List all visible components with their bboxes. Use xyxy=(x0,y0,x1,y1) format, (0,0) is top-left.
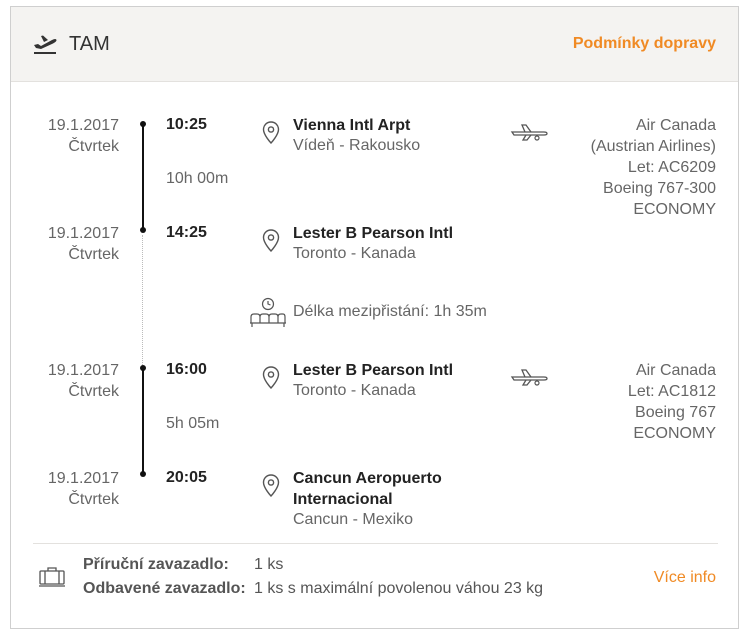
map-pin-icon xyxy=(262,229,280,253)
airport-name-line-1: Cancun Aeropuerto xyxy=(293,470,442,487)
arrival-airport: Cancun Aeropuerto Internacional xyxy=(293,468,442,510)
arrival-city: Toronto - Kanada xyxy=(293,245,416,262)
carrier-header: TAM Podmínky dopravy xyxy=(11,7,738,82)
departure-date: 19.1.2017 Čtvrtek xyxy=(11,360,119,402)
layover-dotted-line xyxy=(142,235,143,365)
flight-detail-card: TAM Podmínky dopravy 19.1.2017 Čtvrtek 1… xyxy=(10,6,739,629)
cabin-class: ECONOMY xyxy=(633,425,716,442)
timeline-dot xyxy=(140,121,146,127)
map-pin-icon xyxy=(262,121,280,145)
arrival-date: 19.1.2017 Čtvrtek xyxy=(11,468,119,510)
weekday-text: Čtvrtek xyxy=(68,138,119,155)
timeline-dot xyxy=(140,471,146,477)
flight-number: Let: AC6209 xyxy=(627,159,716,176)
departure-city: Vídeň - Rakousko xyxy=(293,137,421,154)
arrival-date: 19.1.2017 Čtvrtek xyxy=(11,223,119,265)
airline-name: Air Canada xyxy=(635,362,716,379)
timeline-dot xyxy=(140,227,146,233)
flight-info-segment-2: Air Canada Let: AC1812 Boeing 767 ECONOM… xyxy=(628,360,716,444)
arrival-time: 20:05 xyxy=(166,469,207,486)
departure-city: Toronto - Kanada xyxy=(293,382,416,399)
waiting-seats-clock-icon xyxy=(250,297,286,327)
more-info-link[interactable]: Více info xyxy=(654,569,716,587)
airport-name-line-2: Internacional xyxy=(293,491,393,508)
weekday-text: Čtvrtek xyxy=(68,383,119,400)
map-pin-icon xyxy=(262,366,280,390)
departure-time: 10:25 xyxy=(166,116,207,133)
airplane-icon xyxy=(510,124,548,141)
departure-airport: Lester B Pearson Intl xyxy=(293,362,454,379)
arrival-city: Cancun - Mexiko xyxy=(293,511,414,528)
cabin-class: ECONOMY xyxy=(633,201,716,218)
operating-airline: (Austrian Airlines) xyxy=(590,138,716,155)
flight-info-segment-1: Air Canada (Austrian Airlines) Let: AC62… xyxy=(591,115,716,220)
segment-1-timeline xyxy=(142,125,144,231)
segment-2-timeline xyxy=(142,369,144,475)
aircraft-type: Boeing 767-300 xyxy=(603,180,716,197)
carrier-name: TAM xyxy=(69,33,110,55)
timeline-dot xyxy=(140,365,146,371)
plane-departure-icon xyxy=(34,35,57,54)
flight-number: Let: AC1812 xyxy=(627,383,716,400)
layover-duration: Délka mezipřistání: 1h 35m xyxy=(293,303,487,320)
date-text: 19.1.2017 xyxy=(47,470,119,487)
aircraft-type: Boeing 767 xyxy=(635,404,716,421)
checked-baggage-value: 1 ks s maximální povolenou váhou 23 kg xyxy=(254,580,544,597)
airline-name: Air Canada xyxy=(635,117,716,134)
checked-baggage-label: Odbavené zavazadlo: xyxy=(83,580,246,597)
arrival-time: 14:25 xyxy=(166,224,207,241)
weekday-text: Čtvrtek xyxy=(68,491,119,508)
flight-duration: 10h 00m xyxy=(166,170,229,187)
departure-date: 19.1.2017 Čtvrtek xyxy=(11,115,119,157)
date-text: 19.1.2017 xyxy=(47,362,119,379)
suitcase-icon xyxy=(39,567,65,587)
flight-duration: 5h 05m xyxy=(166,415,220,432)
arrival-airport: Lester B Pearson Intl xyxy=(293,225,454,242)
airplane-icon xyxy=(510,369,548,386)
footer-divider xyxy=(33,543,718,544)
transport-terms-link[interactable]: Podmínky dopravy xyxy=(573,35,716,53)
date-text: 19.1.2017 xyxy=(47,225,119,242)
departure-airport: Vienna Intl Arpt xyxy=(293,117,411,134)
map-pin-icon xyxy=(262,474,280,498)
carry-on-label: Příruční zavazadlo: xyxy=(83,556,229,573)
carry-on-value: 1 ks xyxy=(254,556,284,573)
weekday-text: Čtvrtek xyxy=(68,246,119,263)
date-text: 19.1.2017 xyxy=(47,117,119,134)
departure-time: 16:00 xyxy=(166,361,207,378)
